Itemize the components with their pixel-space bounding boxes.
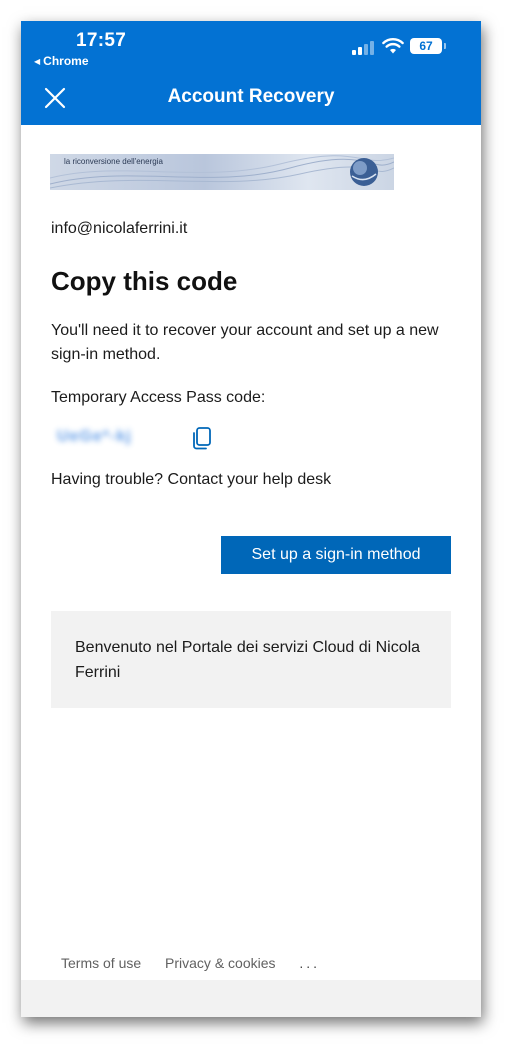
help-desk-text: Having trouble? Contact your help desk — [51, 471, 332, 488]
battery-tip — [444, 43, 446, 49]
page-heading: Copy this code — [51, 266, 238, 296]
battery-icon: 67 — [410, 38, 442, 54]
company-banner-logo: la riconversione dell'energia — [50, 154, 394, 190]
app-header: 17:57 ◀ Chrome 67 Account Recovery — [21, 21, 481, 125]
tap-code-label: Temporary Access Pass code: — [51, 389, 266, 406]
back-app-label: Chrome — [43, 54, 89, 68]
back-to-chrome-link[interactable]: ◀ Chrome — [34, 54, 89, 68]
temporary-access-pass-code: UeGe*-kj — [57, 428, 132, 445]
footer: Terms of use Privacy & cookies ... — [61, 955, 340, 971]
welcome-panel: Benvenuto nel Portale dei servizi Cloud … — [51, 611, 451, 708]
status-time: 17:57 — [76, 30, 127, 51]
privacy-cookies-link[interactable]: Privacy & cookies — [165, 955, 275, 971]
terms-of-use-link[interactable]: Terms of use — [61, 955, 141, 971]
instructions-text: You'll need it to recover your account a… — [51, 322, 439, 363]
phone-screen: 17:57 ◀ Chrome 67 Account Recovery la ri… — [21, 21, 481, 1017]
back-arrow-icon: ◀ — [34, 57, 41, 66]
browser-bottom-bar — [21, 980, 481, 1017]
copy-icon[interactable] — [191, 426, 213, 450]
page-title: Account Recovery — [167, 86, 335, 107]
cellular-signal-icon — [352, 41, 374, 55]
battery-level: 67 — [419, 39, 433, 53]
more-options-button[interactable]: ... — [299, 955, 320, 971]
welcome-text: Benvenuto nel Portale dei servizi Cloud … — [75, 639, 421, 681]
setup-sign-in-method-button[interactable]: Set up a sign-in method — [221, 536, 451, 574]
wifi-icon — [382, 38, 404, 54]
banner-tagline: la riconversione dell'energia — [64, 157, 163, 166]
account-email: info@nicolaferrini.it — [51, 220, 188, 237]
